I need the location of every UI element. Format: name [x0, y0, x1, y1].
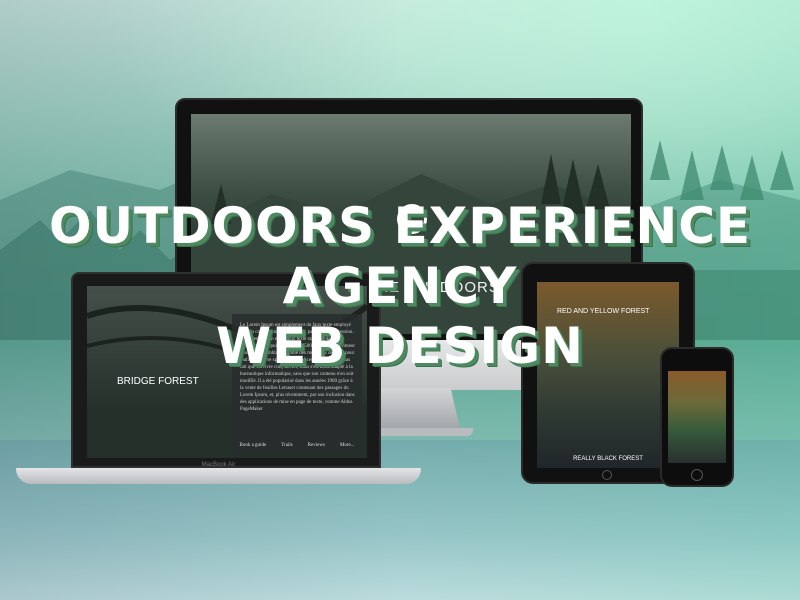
laptop-nav: Book a guide Trails Reviews More...: [232, 443, 362, 448]
nav-more[interactable]: More...: [340, 443, 355, 448]
nav-book-guide[interactable]: Book a guide: [240, 443, 267, 448]
nav-trails[interactable]: Trails: [281, 443, 293, 448]
headline-line-3: WEB DESIGN: [216, 317, 584, 375]
ipad-home-button: [602, 470, 612, 480]
macbook-base: [16, 468, 421, 484]
headline-line-2: AGENCY: [282, 257, 518, 315]
ipad-bottom-title: REALLY BLACK FOREST: [573, 456, 643, 462]
macbook-label: MacBook Air: [201, 462, 236, 468]
iphone-screen: [668, 371, 726, 463]
headline: OUTDOORS EXPERIENCE AGENCY WEB DESIGN: [0, 196, 800, 376]
nav-reviews[interactable]: Reviews: [308, 443, 325, 448]
iphone-home-button: [691, 469, 703, 481]
laptop-site-title: BRIDGE FOREST: [117, 376, 199, 387]
headline-line-1: OUTDOORS EXPERIENCE: [48, 197, 752, 255]
